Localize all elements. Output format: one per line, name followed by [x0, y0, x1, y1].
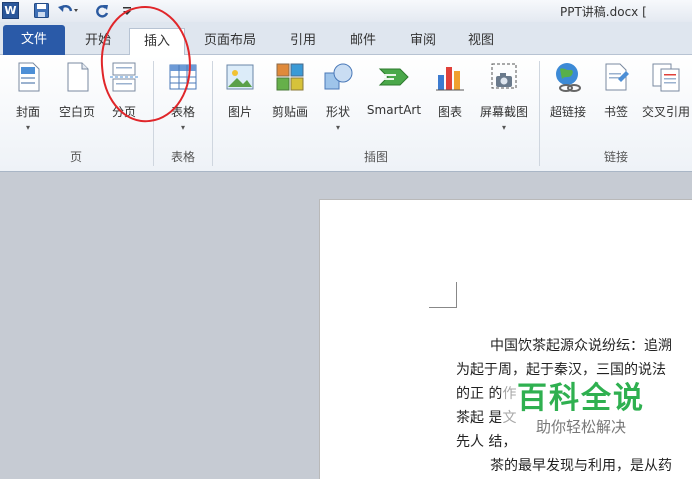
bookmark-button[interactable]: 书签 [596, 59, 636, 139]
chart-label: 图表 [437, 105, 462, 119]
clip-art-label: 剪贴画 [271, 105, 308, 119]
undo-icon[interactable] [57, 2, 79, 19]
blank-page-button[interactable]: 空白页 [54, 59, 100, 139]
group-label-tables: 表格 [170, 150, 195, 164]
title-bar: W PPT讲稿.docx [ [0, 0, 692, 22]
document-page[interactable]: 中国饮茶起源众说纷纭：追溯 为起于周，起于秦汉，三国的说法 的正 的作 茶起 是… [319, 199, 692, 479]
cover-page-button[interactable]: 封面 ▾ [6, 59, 50, 139]
tab-view[interactable]: 视图 [456, 28, 506, 55]
cover-page-icon [18, 62, 40, 92]
cover-page-label: 封面 [15, 105, 40, 119]
shapes-label: 形状 [325, 105, 350, 119]
chevron-down-icon: ▾ [501, 123, 506, 132]
tab-mailings[interactable]: 邮件 [338, 28, 388, 55]
blank-page-label: 空白页 [58, 105, 95, 119]
chart-icon [436, 67, 464, 91]
hyperlink-icon [556, 63, 581, 92]
hyperlink-button[interactable]: 超链接 [544, 59, 592, 139]
save-icon[interactable] [33, 2, 49, 19]
tab-file[interactable]: 文件 [3, 25, 65, 55]
blank-page-icon [67, 62, 89, 92]
picture-button[interactable]: 图片 [218, 59, 262, 139]
shapes-icon [324, 63, 353, 90]
margin-corner-mark [429, 282, 457, 308]
tab-page-layout[interactable]: 页面布局 [195, 28, 265, 55]
group-label-illustrations: 插图 [363, 150, 388, 164]
bookmark-icon [605, 63, 629, 91]
smartart-icon [378, 68, 409, 86]
word-app-icon[interactable]: W [2, 2, 19, 19]
cross-reference-icon [652, 63, 680, 92]
watermark-subtitle: 助你轻松解决 [501, 417, 661, 437]
chevron-down-icon: ▾ [335, 123, 340, 132]
cross-reference-label: 交叉引用 [641, 105, 690, 119]
tab-references[interactable]: 引用 [278, 28, 328, 55]
chevron-down-icon: ▾ [180, 123, 185, 132]
watermark-title: 百科全说 [501, 381, 661, 417]
shapes-button[interactable]: 形状 ▾ [318, 59, 358, 139]
clip-art-button[interactable]: 剪贴画 [264, 59, 316, 139]
screenshot-label: 屏幕截图 [479, 105, 528, 119]
watermark: 百科全说 助你轻松解决 [501, 381, 661, 437]
document-line[interactable]: 中国饮茶起源众说纷纭：追溯 [490, 334, 692, 358]
document-line[interactable]: 茶的最早发现与利用，是从药 [490, 454, 692, 478]
chevron-down-icon: ▾ [25, 123, 30, 132]
picture-label: 图片 [227, 105, 252, 119]
bookmark-label: 书签 [603, 105, 628, 119]
screenshot-button[interactable]: 屏幕截图 ▾ [474, 59, 534, 139]
document-title: PPT讲稿.docx [ [560, 5, 647, 19]
tab-review[interactable]: 审阅 [398, 28, 448, 55]
picture-icon [226, 64, 254, 90]
group-label-pages: 页 [69, 150, 82, 164]
cross-reference-button[interactable]: 交叉引用 [638, 59, 692, 139]
redo-icon[interactable] [94, 2, 110, 19]
document-line[interactable]: 为起于周，起于秦汉，三国的说法 [456, 358, 692, 382]
clip-art-icon [276, 63, 304, 91]
smartart-label: SmartArt [366, 103, 422, 117]
screenshot-icon [491, 63, 517, 89]
chart-button[interactable]: 图表 [430, 59, 470, 139]
hyperlink-label: 超链接 [549, 105, 586, 119]
group-label-links: 链接 [603, 150, 628, 164]
smartart-button[interactable]: SmartArt [362, 59, 426, 139]
